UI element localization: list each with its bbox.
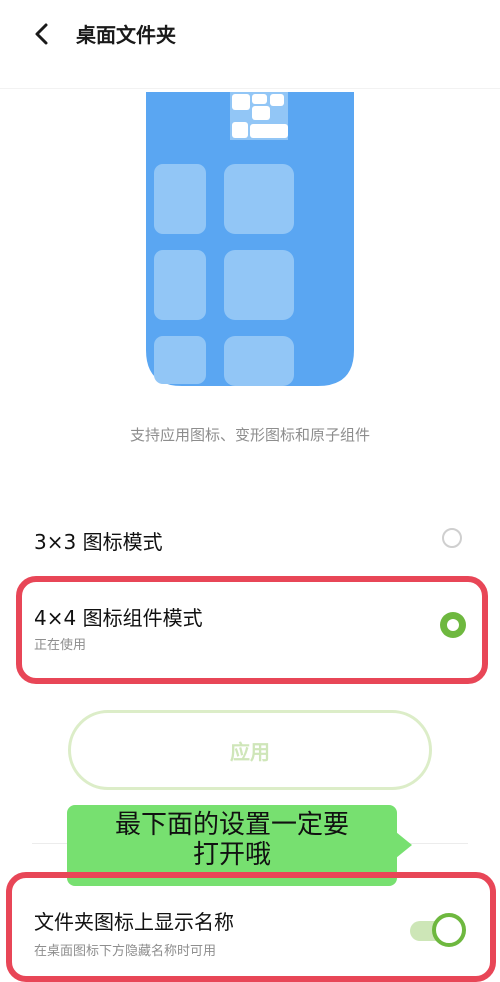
toggle-knob-icon[interactable] xyxy=(432,913,466,947)
setting-subtitle: 在桌面图标下方隐藏名称时可用 xyxy=(34,944,217,959)
option-title: 3×3 图标模式 xyxy=(34,530,163,554)
apply-button[interactable]: 应用 xyxy=(68,710,432,790)
annotation-bubble-tail xyxy=(396,832,412,858)
layout-preview-image xyxy=(146,92,354,386)
radio-selected-icon[interactable] xyxy=(440,612,466,638)
header-divider xyxy=(0,88,500,89)
annotation-text: 最下面的设置一定要 打开哦 xyxy=(67,810,397,870)
option-4x4[interactable]: 4×4 图标组件模式 正在使用 xyxy=(18,582,482,678)
preview-caption: 支持应用图标、变形图标和原子组件 xyxy=(129,426,370,444)
option-title: 4×4 图标组件模式 xyxy=(34,606,203,630)
annotation-line-2: 打开哦 xyxy=(192,840,271,870)
header: 桌面文件夹 xyxy=(0,0,500,86)
option-status: 正在使用 xyxy=(34,638,87,653)
option-3x3[interactable]: 3×3 图标模式 xyxy=(18,510,482,566)
radio-unselected-icon[interactable] xyxy=(442,528,462,548)
back-arrow-icon[interactable] xyxy=(26,18,60,52)
page-title: 桌面文件夹 xyxy=(76,23,176,47)
annotation-line-1: 最下面的设置一定要 xyxy=(114,810,349,840)
setting-title: 文件夹图标上显示名称 xyxy=(34,910,234,934)
